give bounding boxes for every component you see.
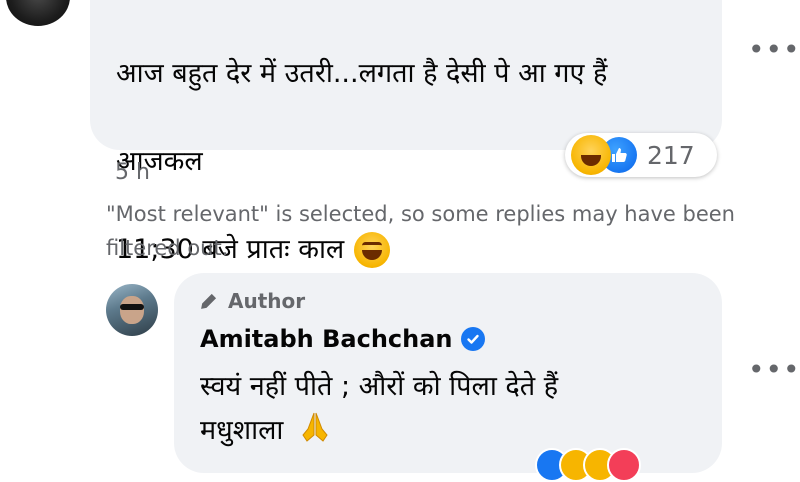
author-badge-label: Author <box>228 289 306 313</box>
author-badge: Author <box>198 289 305 313</box>
comment-bubble: आज बहुत देर में उतरी...लगता है देसी पे आ… <box>90 0 722 268</box>
haha-reaction-icon <box>571 135 611 175</box>
reply-author-avatar[interactable] <box>106 284 158 336</box>
commenter-avatar[interactable] <box>6 0 70 26</box>
reply-line-1: स्वयं नहीं पीते ; औरों को पिला देते हैं <box>200 371 559 402</box>
verified-badge-icon <box>460 327 485 351</box>
reply-bubble: Author Amitabh Bachchan स्वयं नहीं पीते … <box>174 273 722 473</box>
reply-reactions-summary[interactable] <box>535 448 655 482</box>
comment-line-2: आजकल <box>116 146 203 177</box>
reply-text: स्वयं नहीं पीते ; औरों को पिला देते हैं … <box>200 365 558 453</box>
filter-notice: "Most relevant" is selected, so some rep… <box>106 202 735 260</box>
comment-line-1: आज बहुत देर में उतरी...लगता है देसी पे आ… <box>116 58 608 89</box>
comment-more-options-button[interactable]: ••• <box>748 36 800 64</box>
reply-author-row: Amitabh Bachchan <box>200 325 485 353</box>
pen-icon <box>201 293 217 309</box>
reply-line-2-row: मधुशाला <box>200 409 558 453</box>
comment-text: आज बहुत देर में उतरी...लगता है देसी पे आ… <box>116 8 607 316</box>
reply-author-name[interactable]: Amitabh Bachchan <box>200 325 453 353</box>
comment-reactions-summary[interactable]: 217 <box>565 133 717 177</box>
reaction-count: 217 <box>647 140 695 170</box>
reply-line-2: मधुशाला <box>200 415 284 446</box>
reply-more-options-button[interactable]: ••• <box>748 356 800 384</box>
love-reaction-icon <box>607 448 641 482</box>
folded-hands-icon <box>302 412 328 442</box>
avatar-sunglasses <box>120 304 144 310</box>
avatar-face <box>120 296 144 324</box>
comment-timestamp[interactable]: 5 h <box>115 160 150 185</box>
